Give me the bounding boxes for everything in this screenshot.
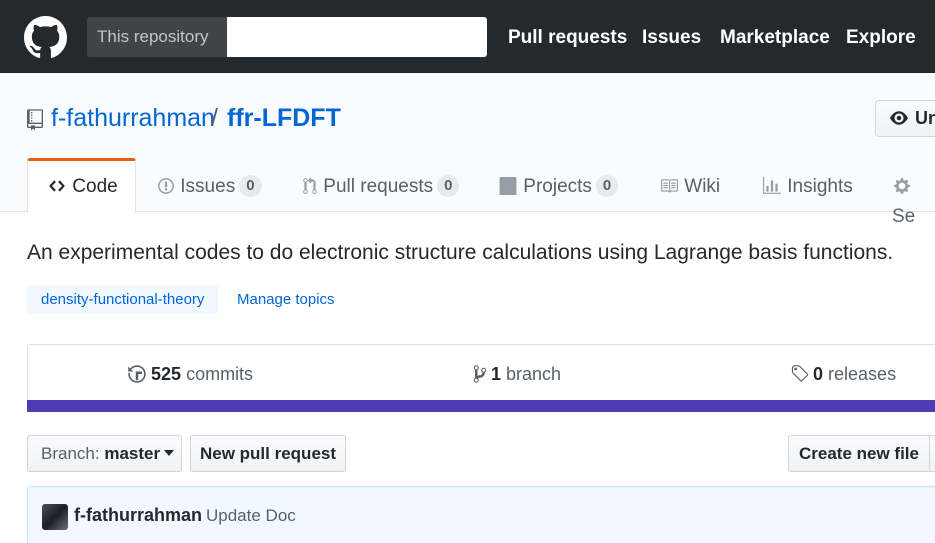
upload-files-button[interactable] — [929, 435, 935, 472]
branch-select-button[interactable]: Branch: master — [27, 435, 182, 472]
projects-counter: 0 — [595, 175, 619, 197]
nav-explore[interactable]: Explore — [846, 0, 916, 73]
gear-icon — [894, 178, 910, 194]
commits-label: commits — [186, 364, 254, 384]
tab-issues[interactable]: Issues 0 — [157, 158, 262, 213]
branch-name: master — [104, 444, 161, 463]
numbers-summary: 525 commits 1 branch 0 releases — [27, 344, 935, 401]
nav-issues[interactable]: Issues — [642, 0, 701, 73]
repo-description: An experimental codes to do electronic s… — [27, 241, 894, 264]
issue-icon — [158, 178, 174, 194]
avatar[interactable] — [42, 504, 68, 530]
nav-pull-requests[interactable]: Pull requests — [508, 0, 627, 73]
manage-topics-link[interactable]: Manage topics — [237, 285, 335, 314]
history-icon — [128, 365, 146, 383]
watch-button[interactable]: Un — [875, 100, 935, 137]
tab-wiki[interactable]: Wiki — [659, 158, 720, 213]
releases-label: releases — [828, 364, 897, 384]
tab-code[interactable]: Code — [27, 158, 136, 213]
pull-request-icon — [303, 177, 317, 194]
project-icon — [499, 177, 517, 195]
branch-label: branch — [506, 364, 562, 384]
tab-pull-requests-label: Pull requests — [323, 176, 434, 197]
commit-tease: f-fathurrahman Update Doc — [27, 486, 935, 543]
releases-count: 0 — [813, 364, 824, 384]
repo-owner-link[interactable]: f-fathurrahman — [51, 104, 215, 133]
pull-requests-counter: 0 — [437, 175, 460, 197]
commit-message-link[interactable]: Update Doc — [206, 506, 296, 526]
branch-prefix: Branch: — [41, 444, 100, 463]
tab-insights[interactable]: Insights — [762, 158, 853, 213]
tab-projects-label: Projects — [523, 176, 592, 197]
releases-link[interactable]: 0 releases — [790, 362, 896, 386]
tab-pull-requests[interactable]: Pull requests 0 — [302, 158, 460, 213]
language-bar[interactable] — [27, 400, 935, 412]
issues-counter: 0 — [239, 175, 262, 197]
branch-count: 1 — [491, 364, 502, 384]
branch-icon — [473, 365, 487, 383]
global-header: This repository Pull requests Issues Mar… — [0, 0, 935, 73]
branches-link[interactable]: 1 branch — [472, 362, 561, 386]
tab-settings-label: Se — [892, 206, 916, 227]
commits-link[interactable]: 525 commits — [126, 362, 253, 386]
tab-projects[interactable]: Projects 0 — [498, 158, 619, 213]
repo-header: f-fathurrahman / ffr-LFDFT Un Code Issue… — [0, 73, 935, 227]
caret-down-icon — [164, 450, 175, 456]
tab-insights-label: Insights — [787, 176, 853, 197]
watch-label: Un — [915, 108, 935, 128]
search-input[interactable] — [227, 17, 487, 57]
tab-code-label: Code — [72, 176, 118, 197]
create-new-file-button[interactable]: Create new file — [788, 435, 930, 472]
nav-marketplace[interactable]: Marketplace — [720, 0, 830, 73]
new-pull-request-button[interactable]: New pull request — [190, 435, 346, 472]
tab-settings[interactable]: Se — [892, 158, 935, 227]
topic-tag[interactable]: density-functional-theory — [27, 285, 219, 314]
tag-icon — [791, 365, 809, 382]
tab-wiki-label: Wiki — [684, 176, 721, 197]
search-scope-label: This repository — [87, 17, 227, 57]
repo-name-link[interactable]: ffr-LFDFT — [227, 104, 341, 133]
path-separator: / — [211, 104, 218, 132]
commit-author-link[interactable]: f-fathurrahman — [74, 505, 202, 526]
repo-icon — [27, 109, 43, 131]
commits-count: 525 — [151, 364, 182, 384]
book-icon — [661, 179, 678, 193]
tab-issues-label: Issues — [180, 176, 236, 197]
github-logo-icon[interactable] — [24, 16, 67, 59]
eye-icon — [890, 111, 908, 125]
code-icon — [49, 180, 65, 192]
graph-icon — [763, 177, 781, 194]
